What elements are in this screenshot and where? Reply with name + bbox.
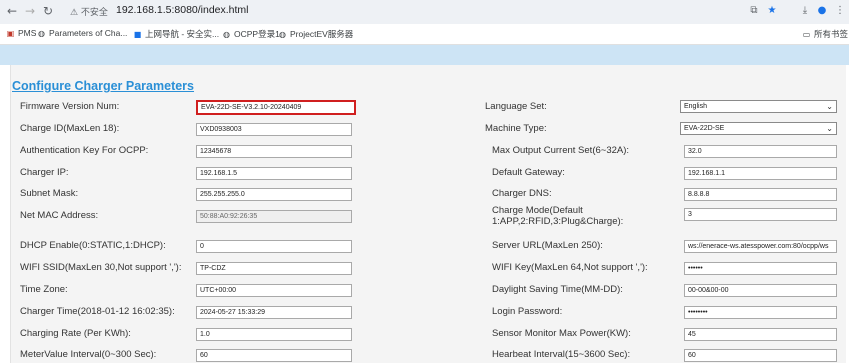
wifi-ssid-label: WIFI SSID(MaxLen 30,Not support ','): bbox=[20, 262, 182, 273]
page-header-band bbox=[0, 45, 849, 65]
machine-type-selected-value: EVA-22D-SE bbox=[684, 125, 725, 132]
all-bookmarks-label: 所有书签 bbox=[814, 29, 849, 39]
charge-id-field[interactable]: VXD0938003 bbox=[196, 123, 352, 136]
charger-time-label: Charger Time(2018-01-12 16:02:35): bbox=[20, 306, 175, 317]
wifi-ssid-field[interactable]: TP-CDZ bbox=[196, 262, 352, 275]
max-output-current-label: Max Output Current Set(6~32A): bbox=[492, 145, 630, 156]
charger-ip-field[interactable]: 192.168.1.5 bbox=[196, 167, 352, 180]
bookmark-item[interactable]: ■ 上网导航 - 安全实... bbox=[133, 28, 219, 40]
bookmark-star-icon[interactable]: ★ bbox=[765, 4, 779, 18]
bookmarks-bar: ▣ PMS ◍ Parameters of Cha... ■ 上网导航 - 安全实..… bbox=[0, 24, 849, 45]
subnet-mask-label: Subnet Mask: bbox=[20, 188, 79, 199]
metervalue-interval-field[interactable]: 60 bbox=[196, 349, 352, 362]
login-password-label: Login Password: bbox=[492, 306, 563, 317]
sensor-max-power-field[interactable]: 45 bbox=[684, 328, 837, 341]
page-title[interactable]: Configure Charger Parameters bbox=[12, 79, 194, 93]
charger-ip-label: Charger IP: bbox=[20, 167, 69, 178]
default-gateway-field[interactable]: 192.168.1.1 bbox=[684, 167, 837, 180]
charging-rate-label: Charging Rate (Per KWh): bbox=[20, 328, 131, 339]
translate-icon[interactable]: ⧉ bbox=[747, 4, 761, 18]
charge-id-label: Charge ID(MaxLen 18): bbox=[20, 123, 120, 134]
all-bookmarks[interactable]: ▭ 所有书签 bbox=[802, 28, 848, 40]
globe-icon: ◍ bbox=[223, 29, 230, 39]
bookmark-favicon: ▣ bbox=[6, 28, 15, 38]
mac-address-label: Net MAC Address: bbox=[20, 210, 99, 221]
bookmark-label: ProjectEV服务器 bbox=[290, 29, 354, 39]
heartbeat-interval-field[interactable]: 60 bbox=[684, 349, 837, 362]
time-zone-label: Time Zone: bbox=[20, 284, 68, 295]
url-text[interactable]: 192.168.1.5:8080/index.html bbox=[116, 4, 249, 16]
metervalue-interval-label: MeterValue Interval(0~300 Sec): bbox=[20, 349, 157, 360]
bookmark-label: OCPP登录1 bbox=[234, 29, 280, 39]
chevron-down-icon: ⌄ bbox=[826, 124, 833, 133]
mac-address-field: 50:88:A0:92:26:35 bbox=[196, 210, 352, 223]
daylight-saving-label: Daylight Saving Time(MM-DD): bbox=[492, 284, 623, 295]
chevron-down-icon: ⌄ bbox=[826, 102, 833, 111]
time-zone-field[interactable]: UTC+00:00 bbox=[196, 284, 352, 297]
server-url-label: Server URL(MaxLen 250): bbox=[492, 240, 603, 251]
language-set-label: Language Set: bbox=[485, 101, 547, 112]
reload-icon[interactable]: ↻ bbox=[40, 3, 56, 19]
charging-rate-field[interactable]: 1.0 bbox=[196, 328, 352, 341]
auth-key-label: Authentication Key For OCPP: bbox=[20, 145, 149, 156]
browser-toolbar: ← → ↻ ⚠ 不安全 192.168.1.5:8080/index.html … bbox=[0, 0, 849, 24]
wifi-key-field[interactable]: •••••• bbox=[684, 262, 837, 275]
charge-mode-field[interactable]: 3 bbox=[684, 208, 837, 221]
dhcp-enable-label: DHCP Enable(0:STATIC,1:DHCP): bbox=[20, 240, 166, 251]
bookmark-label: 上网导航 - 安全实... bbox=[145, 29, 220, 39]
bookmark-favicon: ■ bbox=[133, 29, 142, 39]
charger-dns-label: Charger DNS: bbox=[492, 188, 552, 199]
folder-icon: ▭ bbox=[802, 29, 811, 39]
back-icon[interactable]: ← bbox=[4, 3, 20, 19]
firmware-version-field[interactable]: EVA-22D-SE-V3.2.10-20240409 bbox=[196, 100, 356, 115]
forward-icon[interactable]: → bbox=[22, 3, 38, 19]
bookmark-label: Parameters of Cha... bbox=[49, 28, 128, 38]
menu-icon[interactable]: ⋮ bbox=[833, 4, 847, 18]
default-gateway-label: Default Gateway: bbox=[492, 167, 565, 178]
charger-dns-field[interactable]: 8.8.8.8 bbox=[684, 188, 837, 201]
globe-icon: ◍ bbox=[38, 28, 45, 38]
bookmark-item[interactable]: ◍ Parameters of Cha... bbox=[37, 28, 127, 38]
bookmark-item[interactable]: ▣ PMS bbox=[6, 28, 37, 38]
wifi-key-label: WIFI Key(MaxLen 64,Not support ','): bbox=[492, 262, 648, 273]
bookmark-item[interactable]: ◍ ProjectEV服务器 bbox=[278, 28, 353, 40]
language-select[interactable]: English ⌄ bbox=[680, 100, 837, 113]
firmware-version-label: Firmware Version Num: bbox=[20, 101, 120, 112]
auth-key-field[interactable]: 12345678 bbox=[196, 145, 352, 158]
address-bar[interactable]: ⚠ 不安全 192.168.1.5:8080/index.html bbox=[70, 3, 790, 20]
charger-time-field[interactable]: 2024-05-27 15:33:29 bbox=[196, 306, 352, 319]
charge-mode-label-options: 1:APP,2:RFID,3:Plug&Charge): bbox=[492, 216, 624, 227]
daylight-saving-field[interactable]: 00-00&00-00 bbox=[684, 284, 837, 297]
language-selected-value: English bbox=[684, 103, 707, 110]
security-warning[interactable]: ⚠ 不安全 bbox=[70, 5, 108, 18]
download-icon[interactable]: ⤓ bbox=[798, 4, 812, 18]
globe-icon: ◍ bbox=[279, 29, 286, 39]
machine-type-label: Machine Type: bbox=[485, 123, 547, 134]
bookmark-label: PMS bbox=[18, 28, 37, 38]
machine-type-select[interactable]: EVA-22D-SE ⌄ bbox=[680, 122, 837, 135]
profile-icon[interactable]: ● bbox=[815, 4, 829, 18]
login-password-field[interactable]: •••••••• bbox=[684, 306, 837, 319]
max-output-current-field[interactable]: 32.0 bbox=[684, 145, 837, 158]
dhcp-enable-field[interactable]: 0 bbox=[196, 240, 352, 253]
charge-mode-label: Charge Mode(Default bbox=[492, 205, 583, 216]
bookmark-item[interactable]: ◍ OCPP登录1 bbox=[222, 28, 280, 40]
subnet-mask-field[interactable]: 255.255.255.0 bbox=[196, 188, 352, 201]
heartbeat-interval-label: Hearbeat Interval(15~3600 Sec): bbox=[492, 349, 631, 360]
sensor-max-power-label: Sensor Monitor Max Power(KW): bbox=[492, 328, 631, 339]
server-url-field[interactable]: ws://enerace-ws.atesspower.com:80/ocpp/w… bbox=[684, 240, 837, 253]
